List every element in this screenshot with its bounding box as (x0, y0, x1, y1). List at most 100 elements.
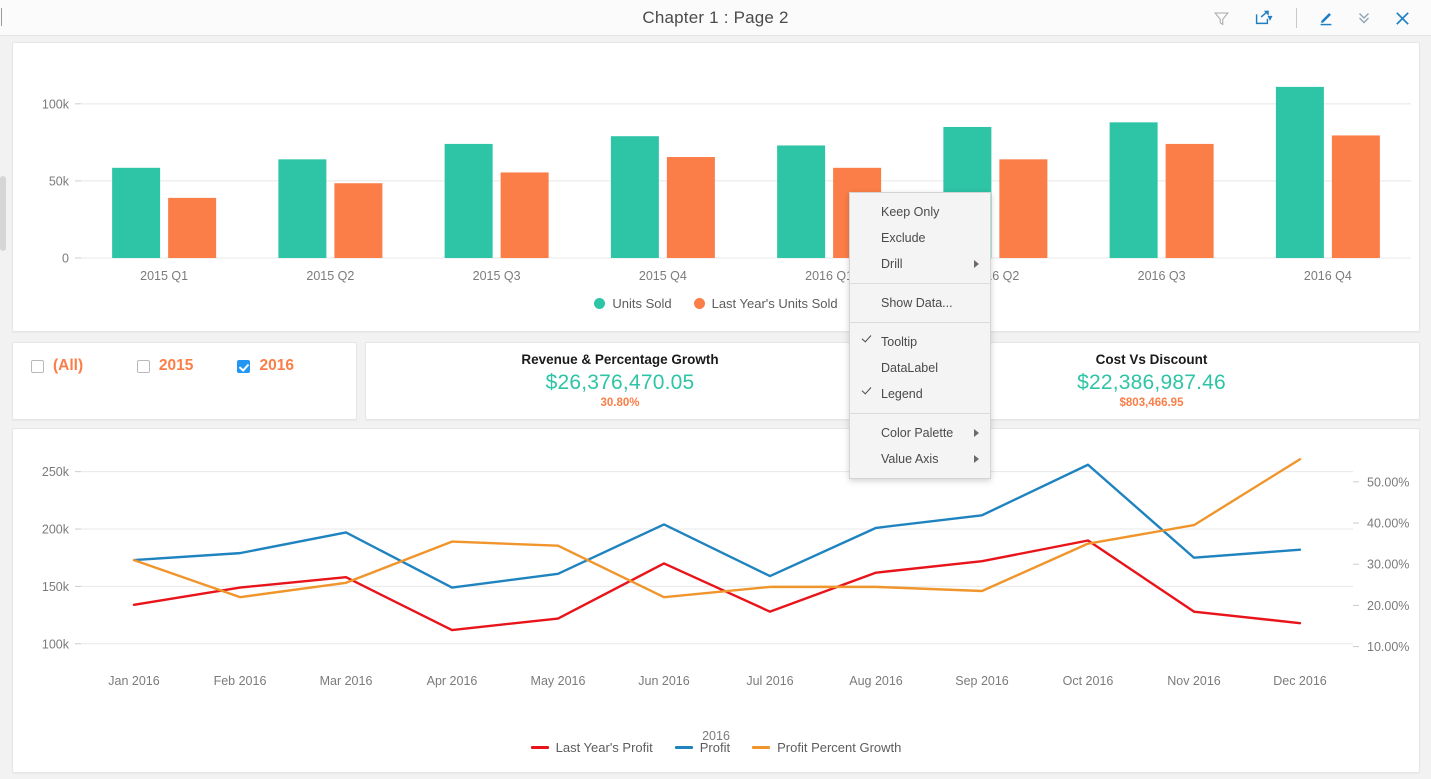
menu-item-datalabel[interactable]: DataLabel (850, 355, 990, 381)
bar-last-year-s-units-sold-2015-Q4[interactable] (666, 157, 715, 258)
line-x-tick-label[interactable]: Feb 2016 (214, 674, 267, 688)
line-chart-legend: Last Year's Profit Profit Profit Percent G… (12, 740, 1420, 755)
legend-item-last-year-s-profit[interactable]: Last Year's Profit (530, 740, 653, 755)
bar-x-tick-label[interactable]: 2015 Q1 (140, 269, 188, 283)
menu-item-label: DataLabel (881, 361, 938, 375)
bar-last-year-s-units-sold-2016-Q2[interactable] (999, 159, 1048, 258)
svg-text:200k: 200k (42, 523, 70, 537)
legend-label: Profit (699, 740, 731, 755)
menu-item-legend[interactable]: Legend (850, 381, 990, 407)
menu-item-color-palette[interactable]: Color Palette (850, 420, 990, 446)
legend-line-icon (752, 746, 771, 749)
bar-units-sold-2015-Q2[interactable] (278, 159, 327, 258)
legend-item-profit[interactable]: Profit (674, 740, 731, 755)
line-x-tick-label[interactable]: Dec 2016 (1273, 674, 1327, 688)
menu-item-label: Exclude (881, 231, 926, 245)
svg-text:50.00%: 50.00% (1367, 475, 1409, 489)
bar-x-tick-label[interactable]: 2015 Q3 (473, 269, 521, 283)
bar-x-tick-label[interactable]: 2015 Q4 (639, 269, 687, 283)
collapse-icon[interactable] (1345, 0, 1383, 36)
line-x-tick-label[interactable]: Jul 2016 (746, 674, 793, 688)
bar-chart-svg: 0 50k 100k 2015 Q1 2015 Q2 2015 Q3 2015 Q4 2016… (42, 86, 1411, 283)
legend-swatch-icon (594, 298, 606, 309)
menu-item-label: Value Axis (881, 452, 939, 466)
bar-units-sold-2016-Q1[interactable] (777, 145, 826, 258)
menu-item-drill[interactable]: Drill (850, 251, 990, 277)
checkbox-icon[interactable] (237, 359, 251, 373)
line-series-profit-percent-growth[interactable] (132, 458, 1302, 599)
bar-units-sold-2015-Q4[interactable] (610, 136, 659, 258)
check-icon (861, 332, 872, 343)
svg-text:10.00%: 10.00% (1367, 640, 1409, 654)
svg-text:50k: 50k (49, 174, 70, 188)
line-x-tick-label[interactable]: May 2016 (531, 674, 586, 688)
menu-item-tooltip[interactable]: Tooltip (850, 329, 990, 355)
menu-separator (850, 322, 990, 323)
menu-separator (850, 413, 990, 414)
checkbox-icon[interactable] (31, 359, 44, 373)
filter-option-2016[interactable]: 2016 (237, 357, 338, 375)
close-icon[interactable] (1383, 0, 1421, 36)
menu-separator (850, 283, 990, 284)
filter-option-all[interactable]: (All) (31, 357, 137, 375)
line-x-tick-label[interactable]: Aug 2016 (849, 674, 903, 688)
bar-last-year-s-units-sold-2015-Q1[interactable] (168, 197, 217, 258)
submenu-arrow-icon (974, 429, 979, 437)
bar-x-tick-label[interactable]: 2016 Q4 (1304, 269, 1352, 283)
bar-x-tick-label[interactable]: 2016 Q1 (805, 269, 853, 283)
bar-last-year-s-units-sold-2015-Q2[interactable] (334, 183, 383, 258)
svg-text:30.00%: 30.00% (1367, 558, 1409, 572)
bar-units-sold-2016-Q4[interactable] (1275, 86, 1324, 258)
revenue-kpi-title: Revenue & Percentage Growth (521, 352, 719, 367)
bar-last-year-s-units-sold-2016-Q3[interactable] (1165, 143, 1214, 258)
bar-x-tick-label[interactable]: 2015 Q2 (306, 269, 354, 283)
menu-item-keep-only[interactable]: Keep Only (850, 199, 990, 225)
line-x-tick-label[interactable]: Jun 2016 (638, 674, 689, 688)
menu-item-exclude[interactable]: Exclude (850, 225, 990, 251)
year-filter-panel[interactable]: (All) 2015 2016 (12, 342, 357, 420)
line-series-last-year-s-profit[interactable] (132, 539, 1302, 632)
bar-last-year-s-units-sold-2016-Q4[interactable] (1331, 135, 1380, 258)
svg-text:250k: 250k (42, 465, 70, 479)
filter-icon[interactable] (1202, 0, 1240, 36)
bar-last-year-s-units-sold-2015-Q3[interactable] (500, 172, 549, 258)
units-sold-bar-chart-panel[interactable]: 0 50k 100k 2015 Q1 2015 Q2 2015 Q3 2015 Q4 2016… (12, 42, 1420, 332)
legend-item-units-sold[interactable]: Units Sold (594, 296, 672, 311)
submenu-arrow-icon (974, 455, 979, 463)
filter-option-2015[interactable]: 2015 (136, 357, 238, 375)
check-icon (861, 384, 872, 395)
line-series-profit[interactable] (132, 463, 1302, 589)
bar-units-sold-2015-Q1[interactable] (112, 167, 161, 258)
bar-units-sold-2015-Q3[interactable] (444, 143, 493, 258)
svg-text:100k: 100k (42, 97, 70, 111)
menu-item-label: Legend (881, 387, 923, 401)
revenue-kpi-growth: 30.80% (600, 397, 640, 409)
line-x-tick-label[interactable]: Nov 2016 (1167, 674, 1221, 688)
svg-text:20.00%: 20.00% (1367, 599, 1409, 613)
chart-context-menu[interactable]: Keep Only Exclude Drill Show Data... Tooltip… (849, 192, 991, 479)
line-x-tick-label[interactable]: Apr 2016 (427, 674, 478, 688)
bar-units-sold-2016-Q3[interactable] (1109, 122, 1158, 258)
menu-item-value-axis[interactable]: Value Axis (850, 446, 990, 472)
line-x-tick-label[interactable]: Sep 2016 (955, 674, 1009, 688)
line-x-tick-label[interactable]: Mar 2016 (320, 674, 373, 688)
toolbar-divider (1296, 8, 1297, 28)
share-icon[interactable]: ▾ (1240, 0, 1286, 36)
left-rail (0, 36, 8, 779)
menu-item-label: Keep Only (881, 205, 940, 219)
submenu-arrow-icon (974, 260, 979, 268)
menu-item-show-data[interactable]: Show Data... (850, 290, 990, 316)
revenue-kpi-card[interactable]: Revenue & Percentage Growth $26,376,470.… (365, 342, 875, 420)
scrollbar-thumb[interactable] (0, 176, 6, 251)
line-x-tick-label[interactable]: Jan 2016 (108, 674, 159, 688)
bar-x-tick-label[interactable]: 2016 Q3 (1138, 269, 1186, 283)
checkbox-icon[interactable] (136, 359, 150, 373)
line-x-tick-label[interactable]: Oct 2016 (1063, 674, 1114, 688)
chevron-down-icon[interactable]: ▾ (1267, 13, 1272, 24)
legend-label: Units Sold (612, 296, 672, 311)
legend-item-last-year-s-units-sold[interactable]: Last Year's Units Sold (693, 296, 838, 311)
profit-line-chart-panel[interactable]: 100k 150k 200k 250k 10.00% 20.00% 30.00% 40.00%… (12, 428, 1420, 773)
edit-icon[interactable] (1307, 0, 1345, 36)
legend-item-profit-percent-growth[interactable]: Profit Percent Growth (752, 740, 901, 755)
menu-item-label: Drill (881, 257, 903, 271)
